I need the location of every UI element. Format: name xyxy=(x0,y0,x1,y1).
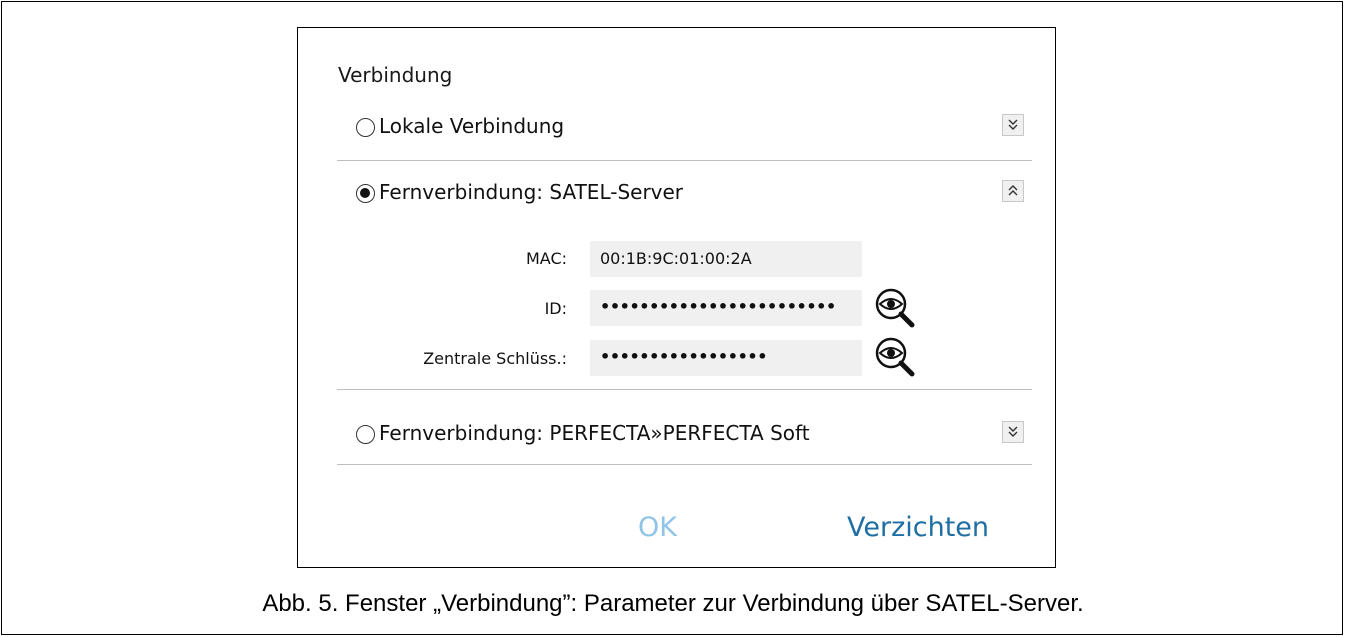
option-local-connection[interactable]: Lokale Verbindung xyxy=(337,96,1032,162)
option-perfecta-soft[interactable]: Fernverbindung: PERFECTA»PERFECTA Soft xyxy=(337,403,1032,469)
eye-magnifier-icon[interactable] xyxy=(874,287,918,331)
dialog-title: Verbindung xyxy=(338,63,453,87)
mac-field: 00:1B:9C:01:00:2A xyxy=(590,241,862,277)
divider xyxy=(337,160,1032,161)
collapse-button[interactable] xyxy=(1002,180,1024,202)
figure-caption: Abb. 5. Fenster „Verbindung”: Parameter … xyxy=(262,590,1084,617)
option-label: Lokale Verbindung xyxy=(379,114,565,138)
panel-key-value: ••••••••••••••••• xyxy=(600,347,768,366)
connection-dialog: Verbindung Lokale Verbindung Fernverbind… xyxy=(297,27,1056,568)
mac-label: MAC: xyxy=(525,249,567,268)
ok-button[interactable]: OK xyxy=(638,512,677,543)
radio-local-connection[interactable] xyxy=(356,118,375,137)
divider xyxy=(337,464,1032,465)
option-label: Fernverbindung: SATEL-Server xyxy=(379,180,684,204)
id-label: ID: xyxy=(544,299,567,318)
double-chevron-down-icon xyxy=(1008,426,1018,437)
radio-perfecta-soft[interactable] xyxy=(356,425,375,444)
expand-button[interactable] xyxy=(1002,114,1024,136)
mac-value: 00:1B:9C:01:00:2A xyxy=(600,249,752,268)
option-label: Fernverbindung: PERFECTA»PERFECTA Soft xyxy=(379,421,810,445)
radio-satel-server[interactable] xyxy=(356,184,375,203)
id-value: •••••••••••••••••••••••• xyxy=(600,297,836,316)
expand-button[interactable] xyxy=(1002,421,1024,443)
divider xyxy=(337,389,1032,390)
eye-magnifier-icon[interactable] xyxy=(874,336,918,380)
double-chevron-up-icon xyxy=(1008,185,1018,196)
panel-key-label: Zentrale Schlüss.: xyxy=(423,349,567,368)
double-chevron-down-icon xyxy=(1008,119,1018,130)
panel-key-field[interactable]: ••••••••••••••••• xyxy=(590,340,862,376)
id-field[interactable]: •••••••••••••••••••••••• xyxy=(590,290,862,326)
option-satel-server[interactable]: Fernverbindung: SATEL-Server xyxy=(337,162,1032,228)
cancel-button[interactable]: Verzichten xyxy=(847,512,989,543)
